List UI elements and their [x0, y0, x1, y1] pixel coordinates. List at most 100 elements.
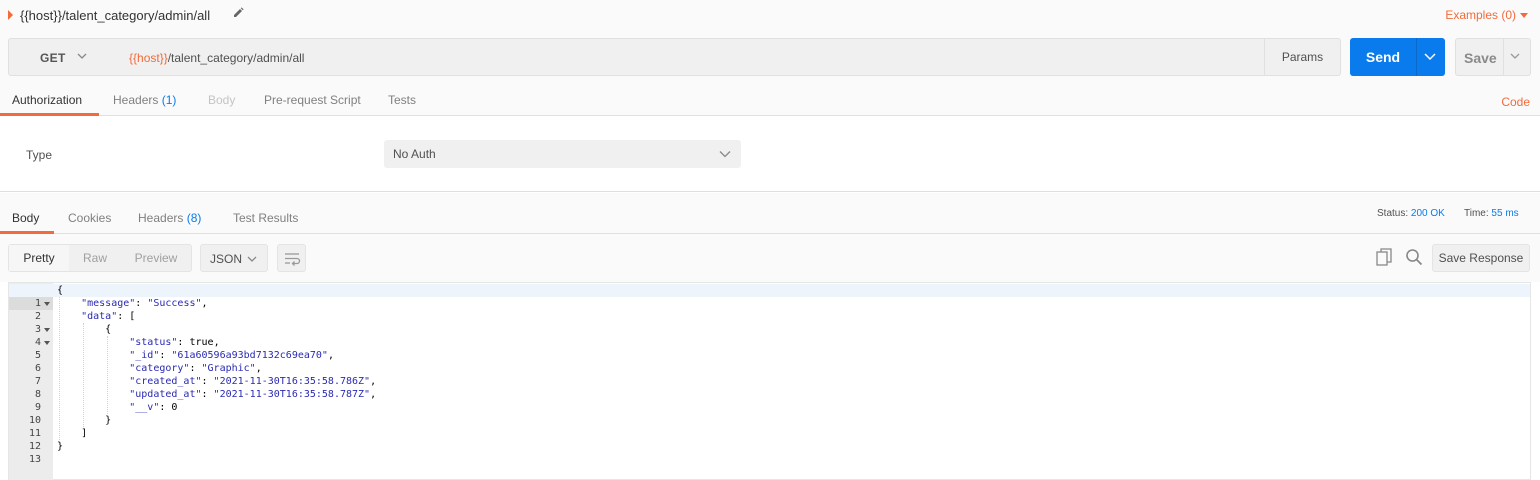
line-number: 13 [28, 454, 41, 465]
code-text: { [57, 284, 63, 297]
code-line: 1 { [9, 284, 1530, 310]
auth-type-select[interactable]: No Auth [384, 140, 741, 168]
response-time: Time: 55 ms [1464, 208, 1519, 219]
json-key: "category" [129, 363, 190, 374]
auth-type-label: Type [26, 148, 53, 162]
view-preview-button[interactable]: Preview [121, 245, 191, 271]
json-key: "__v" [129, 402, 160, 413]
time-value[interactable]: 55 ms [1491, 208, 1518, 219]
json-value: "Success" [147, 298, 202, 309]
code-token: [ [129, 311, 136, 322]
code-line: 2 "message": "Success", [9, 297, 1530, 322]
tab-tests[interactable]: Tests [388, 93, 416, 107]
chevron-down-icon [719, 151, 731, 158]
code-line: 6 "_id": "61a60596a93bd7132c69ea70", [9, 349, 1530, 374]
code-token: } [105, 415, 112, 426]
response-body-editor[interactable]: 1 { 2 "message": "Success", 3 "data": [ … [8, 282, 1531, 480]
response-tabs: Body Cookies Headers (8) Test Results St… [0, 193, 1540, 234]
code-text: "updated_at": "2021-11-30T16:35:58.787Z"… [129, 389, 377, 400]
view-raw-button[interactable]: Raw [69, 245, 121, 271]
json-value: 0 [171, 402, 178, 413]
code-line: 3 "data": [ [9, 310, 1530, 335]
indent-guide [83, 323, 84, 427]
response-toolbar: Pretty Raw Preview JSON Save Response [0, 234, 1540, 282]
edit-pencil-icon[interactable] [232, 6, 244, 20]
collapse-caret-icon[interactable] [8, 10, 13, 20]
json-key: "_id" [129, 350, 160, 361]
json-value: "2021-11-30T16:35:58.787Z" [213, 389, 371, 400]
code-text: "status": true, [129, 337, 220, 348]
method-select[interactable]: GET [8, 38, 118, 76]
url-path: /talent_category/admin/all [167, 51, 305, 65]
copy-icon[interactable] [1376, 248, 1394, 268]
view-pretty-button[interactable]: Pretty [9, 245, 69, 271]
json-value: "61a60596a93bd7132c69ea70" [171, 350, 328, 361]
url-input[interactable]: {{host}}/talent_category/admin/all [117, 38, 1265, 76]
tab-response-headers[interactable]: Headers (8) [138, 211, 201, 225]
status-label: Status: [1377, 208, 1409, 219]
code-line: 12 ] [9, 427, 1530, 452]
code-link[interactable]: Code [1501, 95, 1530, 109]
search-icon[interactable] [1405, 248, 1423, 266]
url-bar: GET {{host}}/talent_category/admin/all P… [0, 30, 1540, 86]
tab-cookies[interactable]: Cookies [68, 211, 111, 225]
json-value: true [189, 337, 214, 348]
json-value: "2021-11-30T16:35:58.786Z" [213, 376, 371, 387]
code-text: "_id": "61a60596a93bd7132c69ea70", [129, 350, 334, 361]
url-host-variable: {{host}} [129, 51, 168, 65]
save-label: Save [1464, 50, 1497, 66]
code-line: 9 "updated_at": "2021-11-30T16:35:58.787… [9, 388, 1530, 413]
json-key: "updated_at" [129, 389, 202, 400]
code-text: ] [57, 427, 87, 440]
code-text: "message": "Success", [81, 298, 208, 309]
code-text: "data": [ [81, 311, 136, 322]
save-button[interactable]: Save [1455, 38, 1531, 76]
params-button[interactable]: Params [1264, 38, 1341, 76]
code-line: 7 "category": "Graphic", [9, 362, 1530, 387]
wrap-lines-button[interactable] [277, 244, 306, 272]
tab-prerequest-script[interactable]: Pre-request Script [264, 93, 361, 107]
auth-type-value: No Auth [393, 147, 436, 161]
tab-headers[interactable]: Headers (1) [113, 93, 176, 107]
format-select[interactable]: JSON [200, 244, 268, 272]
indent-guide [107, 336, 108, 414]
wrap-lines-icon [285, 253, 301, 266]
tab-response-body[interactable]: Body [12, 211, 39, 225]
indent-guide [59, 297, 60, 440]
request-title[interactable]: {{host}}/talent_category/admin/all [20, 8, 210, 23]
url-text: {{host}}/talent_category/admin/all [129, 51, 304, 65]
tab-authorization[interactable]: Authorization [12, 93, 82, 107]
json-key: "created_at" [129, 376, 202, 387]
code-text: } [57, 414, 111, 427]
response-status: Status: 200 OK [1377, 208, 1445, 219]
request-title-row: {{host}}/talent_category/admin/all Examp… [0, 0, 1540, 30]
code-token: ] [81, 428, 88, 439]
json-key: "status" [129, 337, 178, 348]
examples-label: Examples (0) [1445, 8, 1516, 22]
code-token: } [57, 441, 64, 452]
examples-dropdown[interactable]: Examples (0) [1445, 8, 1528, 22]
code-line: 8 "created_at": "2021-11-30T16:35:58.786… [9, 375, 1530, 400]
status-value[interactable]: 200 OK [1411, 208, 1445, 219]
send-options-chevron-icon[interactable] [1424, 52, 1436, 61]
format-value: JSON [210, 252, 243, 266]
send-button[interactable]: Send [1350, 38, 1445, 76]
json-key: "data" [81, 311, 118, 322]
tab-headers-label: Headers [113, 93, 159, 107]
code-line: 10 "__v": 0 [9, 401, 1530, 426]
send-divider [1416, 38, 1417, 76]
gutter-cell: 13 [9, 453, 53, 466]
request-tabs: Authorization Headers (1) Body Pre-reque… [0, 86, 1540, 116]
save-response-button[interactable]: Save Response [1432, 244, 1530, 272]
tab-test-results[interactable]: Test Results [233, 211, 298, 225]
tab-body[interactable]: Body [208, 93, 235, 107]
code-line: 5 "status": true, [9, 336, 1530, 361]
chevron-down-icon [247, 256, 257, 262]
view-mode-group: Pretty Raw Preview [8, 244, 192, 272]
code-token: { [105, 324, 112, 335]
code-line: 11 } [9, 414, 1530, 439]
code-text: "created_at": "2021-11-30T16:35:58.786Z"… [129, 376, 377, 387]
save-options-chevron-icon[interactable] [1510, 52, 1520, 60]
time-label: Time: [1464, 208, 1489, 219]
code-text: { [57, 323, 111, 336]
